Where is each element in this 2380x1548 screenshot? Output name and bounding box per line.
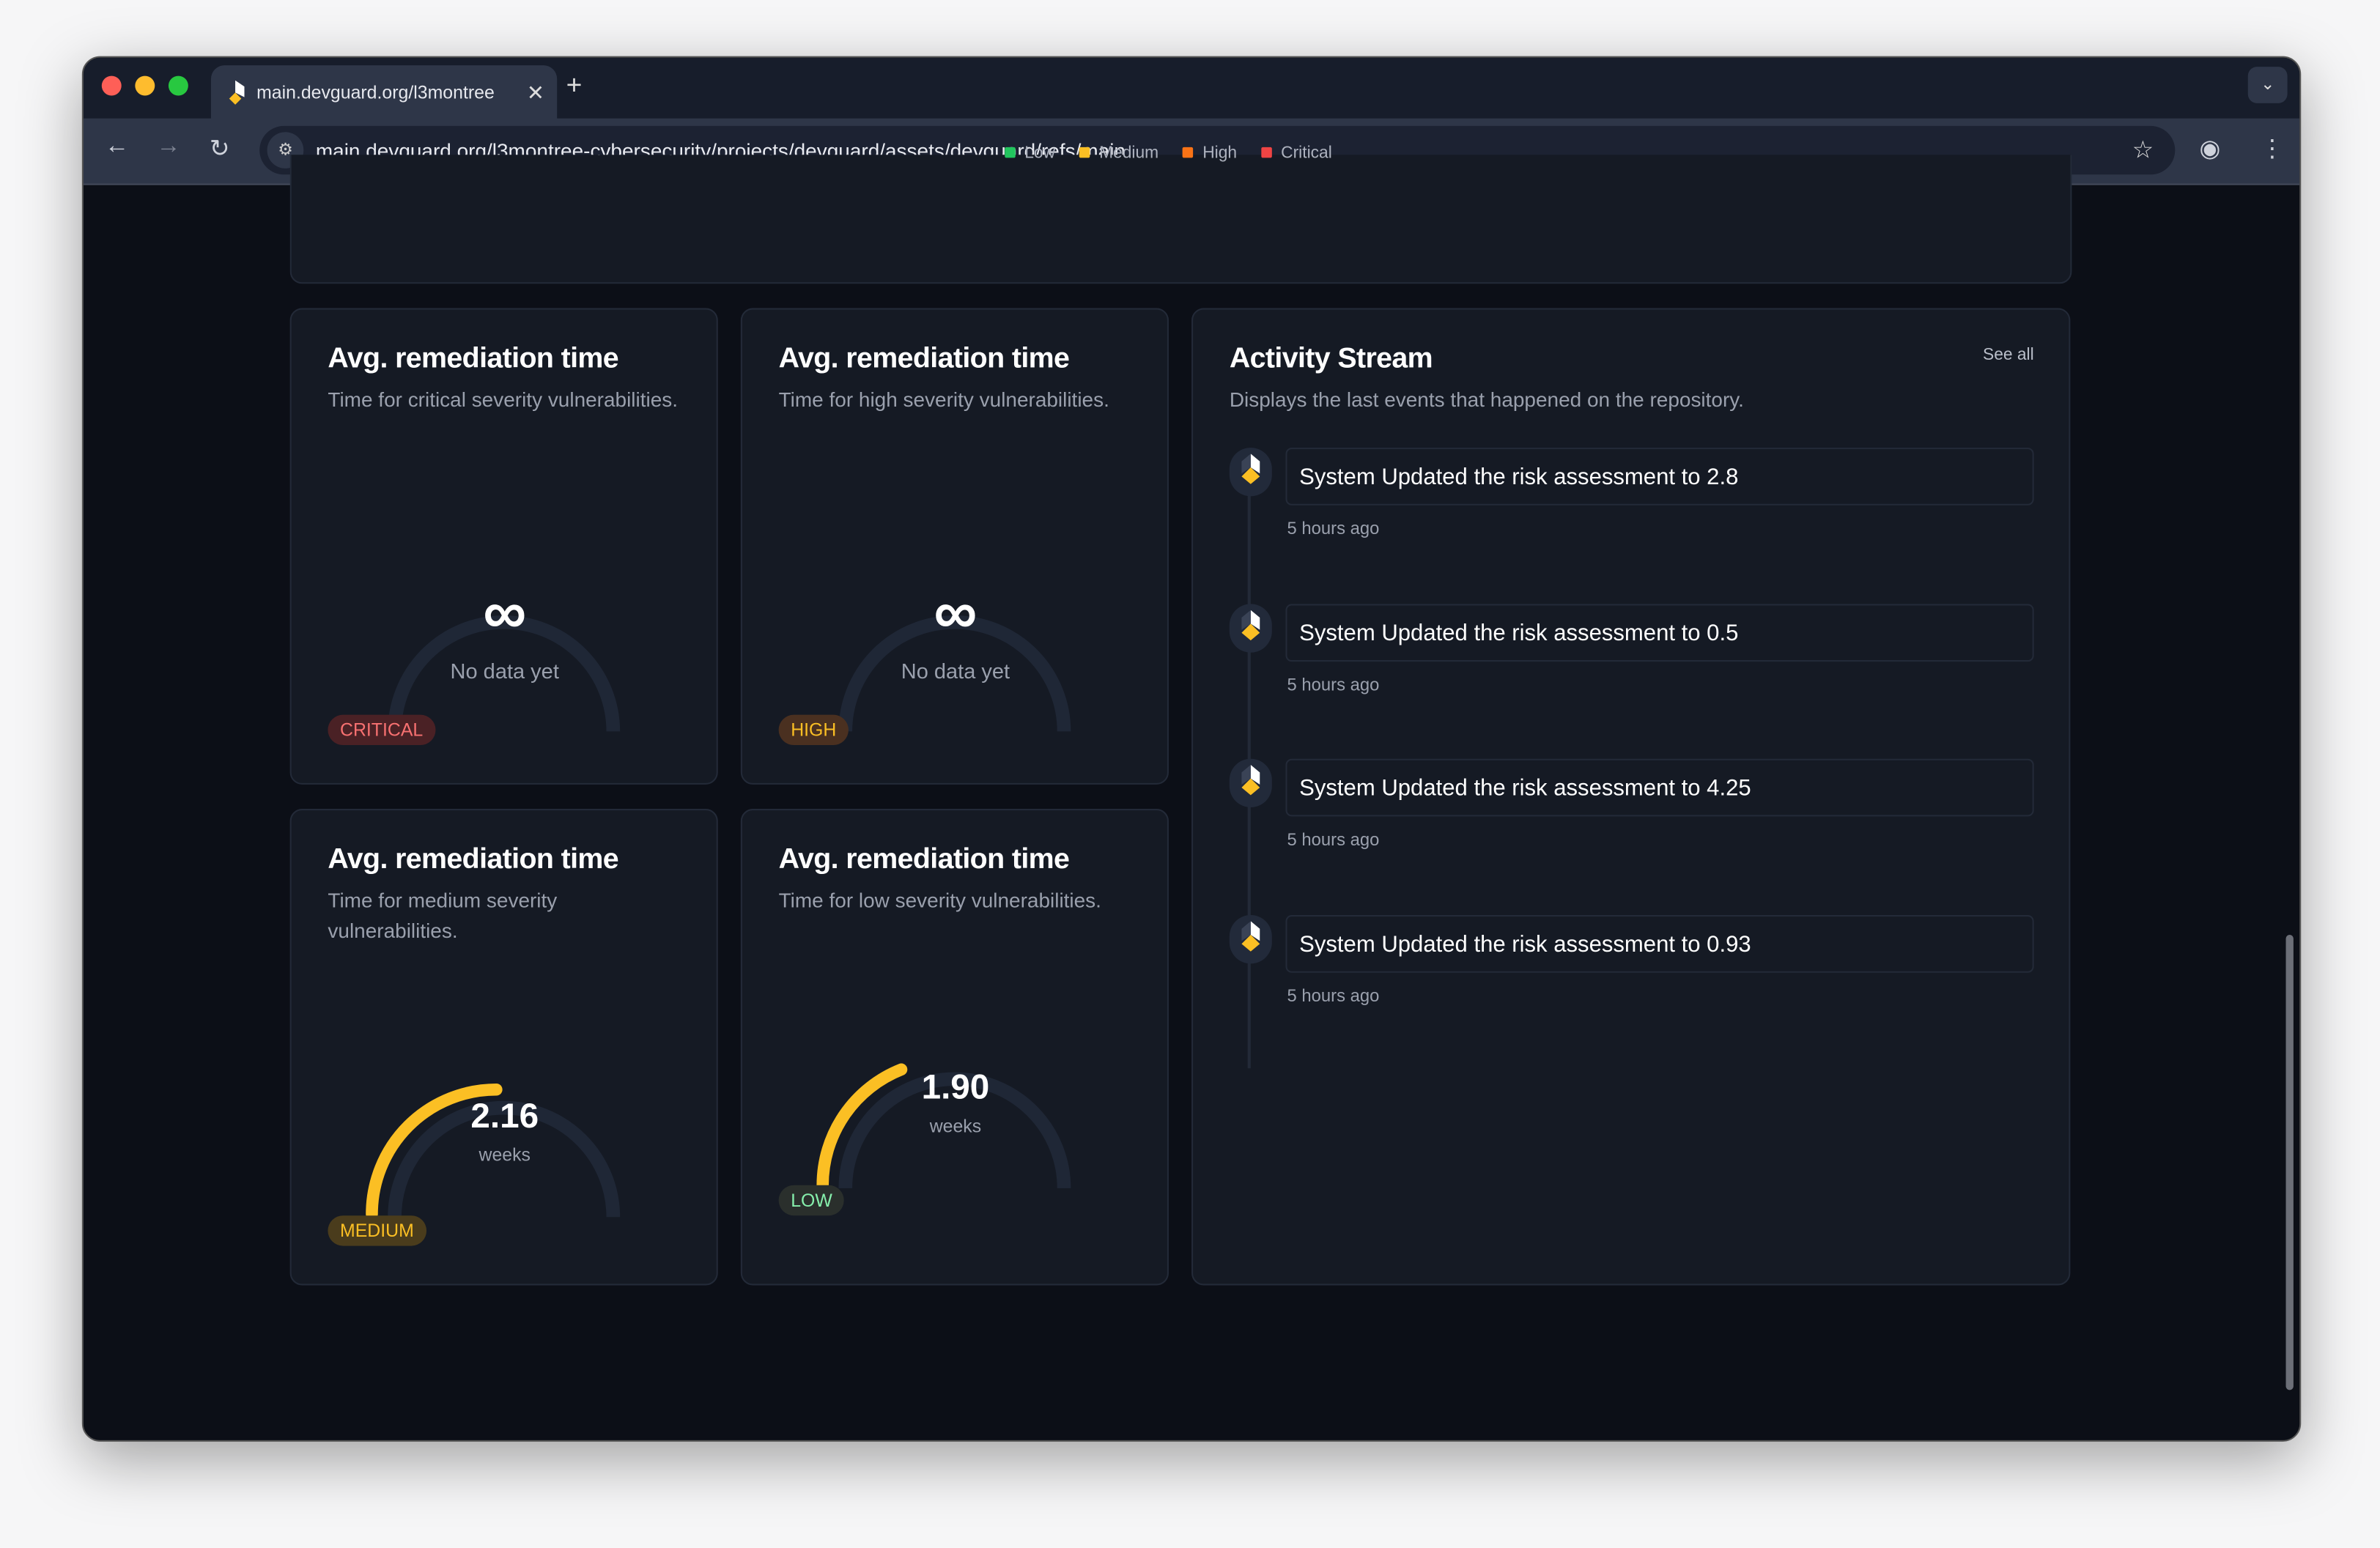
card-description: Time for high severity vulnerabilities. (779, 385, 1143, 415)
close-tab-icon[interactable]: ✕ (527, 80, 557, 105)
legend-high: High (1183, 144, 1237, 163)
no-data-label: No data yet (742, 659, 1169, 683)
remediation-card-high: Avg. remediation time Time for high seve… (741, 308, 1169, 784)
activity-text: System Updated the risk assessment to 4.… (1285, 759, 2033, 817)
close-window-button[interactable] (102, 76, 122, 96)
gauge-value: 1.90 (742, 1067, 1169, 1108)
browser-tab[interactable]: main.devguard.org/l3montree ✕ (211, 65, 557, 120)
tab-search-chevron-icon[interactable]: ⌄ (2248, 67, 2288, 103)
severity-chart-card: Low Medium High Critical (290, 155, 2072, 284)
remediation-card-medium: Avg. remediation time Time for medium se… (290, 809, 718, 1285)
back-icon[interactable]: ← (105, 133, 129, 160)
activity-stream-card: Activity Stream Displays the last events… (1191, 308, 2070, 1285)
browser-window: main.devguard.org/l3montree ✕ + ⌄ ← → ↻ … (82, 56, 2301, 1442)
card-title: Avg. remediation time (779, 844, 1070, 878)
infinity-icon: ∞ (292, 582, 718, 643)
card-description: Time for medium severity vulnerabilities… (328, 886, 692, 946)
activity-text: System Updated the risk assessment to 0.… (1285, 914, 2033, 972)
activity-item: System Updated the risk assessment to 2.… (1230, 448, 2034, 602)
card-title: Avg. remediation time (779, 343, 1070, 377)
devguard-avatar-icon (1230, 448, 1272, 496)
card-description: Time for low severity vulnerabilities. (779, 886, 1174, 916)
card-description: Time for critical severity vulnerabiliti… (328, 385, 692, 415)
activity-title: Activity Stream (1230, 343, 1433, 377)
new-tab-icon[interactable]: + (566, 70, 583, 101)
remediation-card-critical: Avg. remediation time Time for critical … (290, 308, 718, 784)
activity-text: System Updated the risk assessment to 2.… (1285, 448, 2033, 505)
stage: main.devguard.org/l3montree ✕ + ⌄ ← → ↻ … (0, 0, 2380, 1548)
profile-icon[interactable]: ◉ (2199, 133, 2220, 163)
legend-medium: Medium (1079, 144, 1158, 163)
legend-low: Low (1005, 144, 1055, 163)
forward-icon[interactable]: → (156, 133, 180, 160)
scrollbar-thumb[interactable] (2286, 935, 2294, 1390)
menu-icon[interactable]: ⋮ (2260, 133, 2284, 163)
legend-critical: Critical (1261, 144, 1332, 163)
severity-badge-high: HIGH (779, 715, 849, 745)
star-icon[interactable]: ☆ (2132, 135, 2154, 165)
activity-item: System Updated the risk assessment to 4.… (1230, 759, 2034, 914)
page-content: Low Medium High Critical Avg. remediatio… (84, 185, 2299, 1440)
no-data-label: No data yet (292, 659, 718, 683)
devguard-avatar-icon (1230, 914, 1272, 963)
card-title: Avg. remediation time (328, 343, 618, 377)
devguard-favicon-icon (226, 81, 248, 105)
activity-text: System Updated the risk assessment to 0.… (1285, 603, 2033, 661)
gauge-unit: weeks (742, 1115, 1169, 1136)
activity-description: Displays the last events that happened o… (1230, 385, 1989, 415)
tab-title: main.devguard.org/l3montree (256, 82, 527, 103)
reload-icon[interactable]: ↻ (210, 133, 230, 163)
activity-item: System Updated the risk assessment to 0.… (1230, 603, 2034, 758)
maximize-window-button[interactable] (169, 76, 188, 96)
activity-time: 5 hours ago (1287, 520, 1380, 538)
see-all-link[interactable]: See all (1983, 346, 2034, 364)
minimize-window-button[interactable] (135, 76, 155, 96)
devguard-avatar-icon (1230, 603, 1272, 651)
activity-time: 5 hours ago (1287, 676, 1380, 695)
activity-time: 5 hours ago (1287, 832, 1380, 850)
infinity-icon: ∞ (742, 582, 1169, 643)
gauge-unit: weeks (292, 1144, 718, 1166)
severity-badge-low: LOW (779, 1185, 845, 1215)
remediation-card-low: Avg. remediation time Time for low sever… (741, 809, 1169, 1285)
card-title: Avg. remediation time (328, 844, 618, 878)
gauge-value: 2.16 (292, 1096, 718, 1137)
activity-time: 5 hours ago (1287, 987, 1380, 1005)
tab-bar: main.devguard.org/l3montree ✕ + ⌄ (84, 58, 2299, 119)
devguard-avatar-icon (1230, 759, 1272, 807)
chart-legend: Low Medium High Critical (1005, 144, 1332, 163)
severity-badge-critical: CRITICAL (328, 715, 435, 745)
severity-badge-medium: MEDIUM (328, 1215, 426, 1245)
activity-item: System Updated the risk assessment to 0.… (1230, 914, 2034, 1069)
